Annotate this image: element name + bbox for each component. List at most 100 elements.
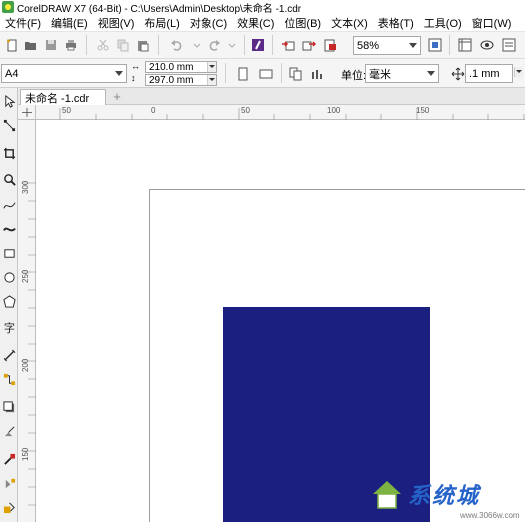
portrait-icon[interactable]: [234, 65, 252, 83]
open-icon[interactable]: [22, 36, 40, 54]
menu-effects[interactable]: 效果(C): [232, 15, 279, 31]
ruler-label: 300: [21, 180, 30, 194]
chevron-down-icon[interactable]: [188, 36, 206, 54]
import-icon[interactable]: [279, 36, 297, 54]
menu-tools[interactable]: 工具(O): [419, 15, 467, 31]
parallel-dimension-icon[interactable]: [1, 346, 17, 364]
toolbar-separator: [86, 35, 87, 55]
ruler-label: 150: [21, 447, 30, 461]
pick-tool-icon[interactable]: [1, 92, 17, 110]
transparency-tool-icon[interactable]: [1, 422, 17, 440]
watermark-domain: www.3066w.com: [460, 511, 520, 520]
current-page-icon[interactable]: [309, 65, 327, 83]
zoom-level-select[interactable]: 58%: [353, 36, 421, 55]
menu-view[interactable]: 视图(V): [93, 15, 140, 31]
polygon-tool-icon[interactable]: [1, 292, 17, 310]
nudge-distance-value: .1 mm: [469, 67, 500, 80]
freehand-tool-icon[interactable]: [1, 196, 17, 214]
units-label: 单位:: [341, 70, 367, 82]
menu-object[interactable]: 对象(C): [185, 15, 232, 31]
horizontal-ruler[interactable]: 50 0 50 100 150: [36, 105, 525, 120]
units-select[interactable]: 毫米: [365, 64, 439, 83]
eyedropper-icon[interactable]: [1, 450, 17, 468]
chevron-down-icon: [115, 71, 123, 76]
vertical-ruler[interactable]: 300 250 200 150: [18, 120, 36, 522]
shape-tool-icon[interactable]: [1, 116, 17, 134]
nudge-distance-input[interactable]: .1 mm: [465, 64, 513, 83]
page-width-value: 210.0 mm: [149, 61, 194, 73]
units-value: 毫米: [369, 68, 391, 81]
chevron-down-icon: [409, 43, 417, 48]
document-tab-bar: 未命名 -1.cdr +: [18, 88, 525, 105]
coreldraw-app-icon: [2, 1, 14, 13]
add-tab-icon[interactable]: +: [110, 89, 124, 104]
undo-icon[interactable]: [168, 36, 186, 54]
connector-tool-icon[interactable]: [1, 370, 17, 388]
horizontal-ruler-ticks: [59, 108, 525, 120]
view-icon[interactable]: [478, 36, 496, 54]
artistic-media-icon[interactable]: [1, 220, 17, 238]
smart-fill-icon[interactable]: [1, 498, 17, 516]
ruler-label: 0: [151, 106, 156, 115]
zoom-tool-icon[interactable]: [1, 170, 17, 188]
svg-text:字: 字: [3, 321, 14, 334]
save-icon[interactable]: [42, 36, 60, 54]
rectangle-tool-icon[interactable]: [1, 244, 17, 262]
ruler-origin-icon: [22, 108, 32, 117]
menu-bitmaps[interactable]: 位图(B): [279, 15, 326, 31]
ruler-label: 150: [416, 106, 430, 115]
menu-layout[interactable]: 布局(L): [139, 15, 184, 31]
ruler-label: 100: [327, 106, 341, 115]
chevron-down-icon[interactable]: [223, 36, 241, 54]
page-size-value: A4: [5, 67, 19, 80]
drop-shadow-icon[interactable]: [1, 398, 17, 416]
drawing-canvas[interactable]: [36, 120, 525, 522]
cut-icon[interactable]: [94, 36, 112, 54]
toolbar-separator: [449, 35, 450, 55]
page-width-input[interactable]: 210.0 mm: [145, 61, 217, 73]
landscape-icon[interactable]: [257, 65, 275, 83]
toolbar-separator: [158, 35, 159, 55]
standard-toolbar: 58%: [0, 32, 525, 59]
spinner-icon[interactable]: [207, 75, 216, 85]
document-tab[interactable]: 未命名 -1.cdr: [20, 89, 106, 105]
copy-icon[interactable]: [114, 36, 132, 54]
ellipse-tool-icon[interactable]: [1, 268, 17, 286]
menu-window[interactable]: 窗口(W): [467, 15, 517, 31]
page-size-select[interactable]: A4: [1, 64, 127, 83]
publish-pdf-icon[interactable]: [321, 36, 339, 54]
all-pages-icon[interactable]: [287, 65, 305, 83]
width-icon: ↔: [131, 61, 140, 71]
ruler-label: 200: [21, 358, 30, 372]
chevron-down-icon: [427, 71, 435, 76]
print-icon[interactable]: [62, 36, 80, 54]
toolbox: 字: [0, 88, 18, 522]
full-screen-icon[interactable]: [426, 36, 444, 54]
page-height-input[interactable]: 297.0 mm: [145, 74, 217, 86]
interactive-fill-icon[interactable]: [1, 474, 17, 492]
export-icon[interactable]: [300, 36, 318, 54]
ruler-origin[interactable]: [18, 105, 36, 120]
page-height-value: 297.0 mm: [149, 74, 194, 86]
text-tool-icon[interactable]: 字: [1, 318, 17, 336]
menu-text[interactable]: 文本(X): [326, 15, 373, 31]
menu-file[interactable]: 文件(F): [0, 15, 46, 31]
menu-table[interactable]: 表格(T): [373, 15, 419, 31]
options-icon[interactable]: [500, 36, 518, 54]
redo-icon[interactable]: [205, 36, 223, 54]
menu-edit[interactable]: 编辑(E): [46, 15, 93, 31]
watermark-text: 系统城: [408, 483, 481, 509]
ruler-label: 250: [21, 269, 30, 283]
spinner-icon[interactable]: [207, 62, 216, 72]
spinner-icon[interactable]: [514, 67, 523, 77]
toolbar-separator: [225, 63, 226, 83]
search-content-icon[interactable]: [249, 36, 267, 54]
menu-bar: 文件(F) 编辑(E) 视图(V) 布局(L) 对象(C) 效果(C) 位图(B…: [0, 14, 525, 32]
document-tab-label: 未命名 -1.cdr: [25, 92, 90, 105]
new-icon[interactable]: [3, 36, 21, 54]
paste-icon[interactable]: [134, 36, 152, 54]
crop-tool-icon[interactable]: [1, 144, 17, 162]
rulers-icon[interactable]: [456, 36, 474, 54]
toolbar-separator: [281, 63, 282, 83]
height-icon: ↕: [131, 73, 136, 83]
